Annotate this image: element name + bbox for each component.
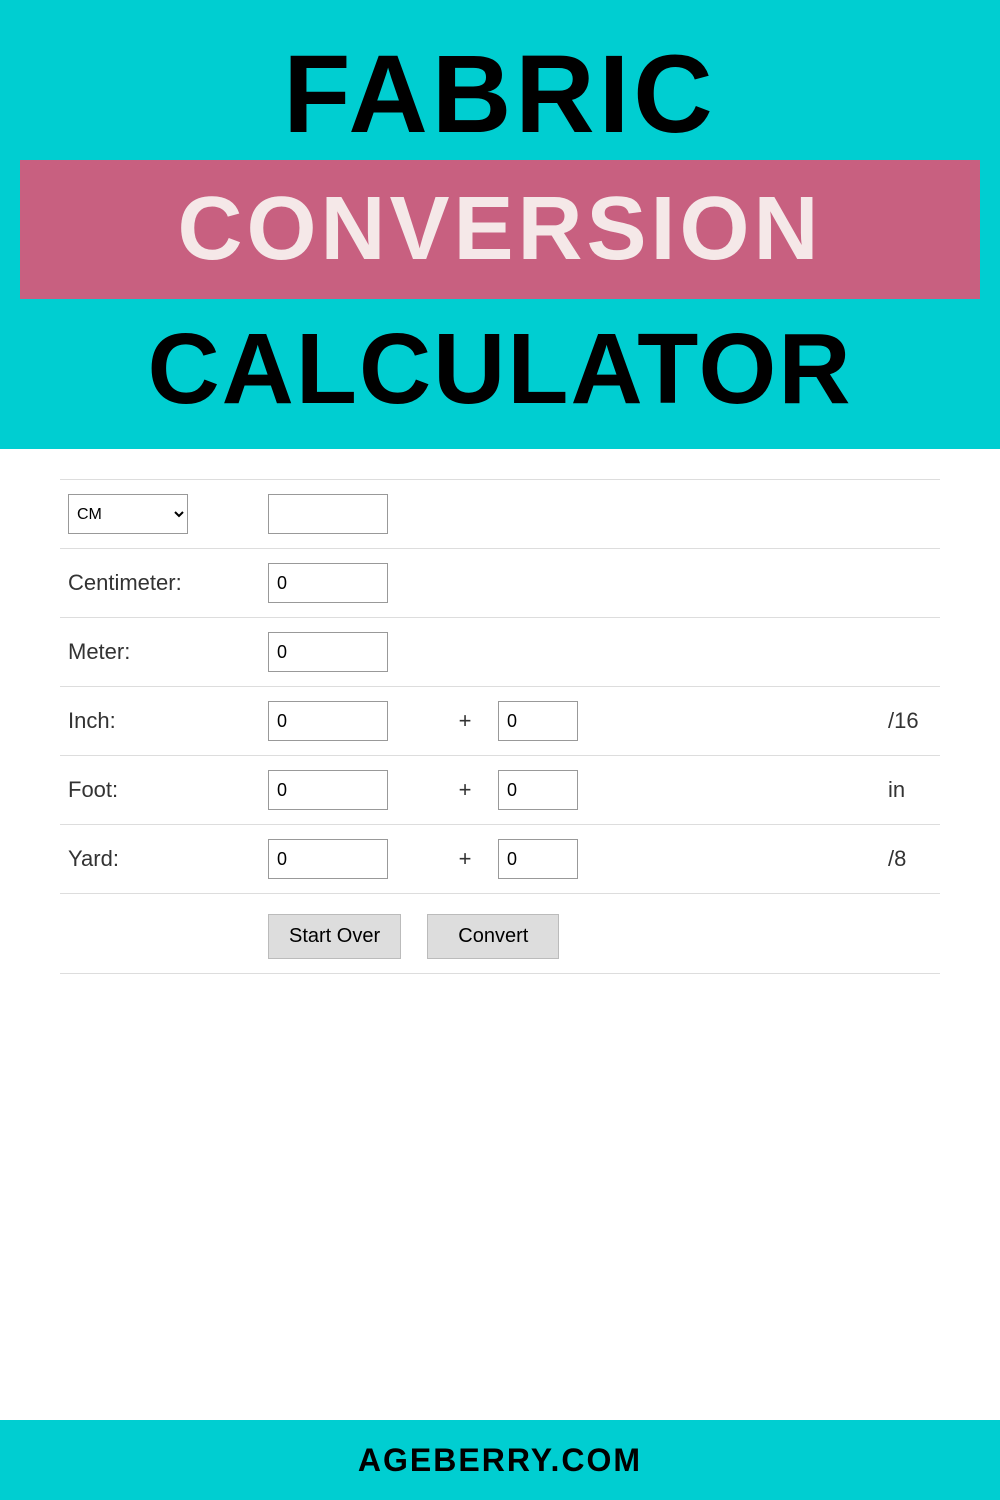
foot-input[interactable] bbox=[268, 770, 388, 810]
footer-site: AGEBERRY.COM bbox=[358, 1442, 642, 1479]
inch-label: Inch: bbox=[60, 687, 260, 756]
foot-input-cell[interactable] bbox=[260, 756, 440, 825]
main-input-cell[interactable] bbox=[260, 480, 440, 549]
inch-input-cell[interactable] bbox=[260, 687, 440, 756]
meter-row: Meter: bbox=[60, 618, 940, 687]
yard-plus: + bbox=[440, 825, 490, 894]
convert-button[interactable]: Convert bbox=[427, 914, 559, 959]
buttons-cell: Start Over Convert bbox=[260, 894, 940, 974]
inch-plus: + bbox=[440, 687, 490, 756]
start-over-button[interactable]: Start Over bbox=[268, 914, 401, 959]
foot-fraction-cell[interactable] bbox=[490, 756, 880, 825]
centimeter-input-cell[interactable] bbox=[260, 549, 440, 618]
header: FABRIC CONVERSION CALCULATOR bbox=[0, 0, 1000, 449]
yard-input-cell[interactable] bbox=[260, 825, 440, 894]
spacer bbox=[0, 984, 1000, 1420]
foot-plus: + bbox=[440, 756, 490, 825]
title-calculator: CALCULATOR bbox=[147, 299, 852, 449]
main-input[interactable] bbox=[268, 494, 388, 534]
foot-unit: in bbox=[880, 756, 940, 825]
yard-fraction-cell[interactable] bbox=[490, 825, 880, 894]
yard-label: Yard: bbox=[60, 825, 260, 894]
meter-input[interactable] bbox=[268, 632, 388, 672]
calculator-section: CM INCH FOOT YARD METER Centimeter: bbox=[0, 449, 1000, 984]
foot-label: Foot: bbox=[60, 756, 260, 825]
foot-fraction-input[interactable] bbox=[498, 770, 578, 810]
unit-select-row: CM INCH FOOT YARD METER bbox=[60, 480, 940, 549]
inch-row: Inch: + /16 bbox=[60, 687, 940, 756]
yard-unit: /8 bbox=[880, 825, 940, 894]
unit-select[interactable]: CM INCH FOOT YARD METER bbox=[68, 494, 188, 534]
buttons-row: Start Over Convert bbox=[60, 894, 940, 974]
meter-label: Meter: bbox=[60, 618, 260, 687]
calc-table: CM INCH FOOT YARD METER Centimeter: bbox=[60, 479, 940, 974]
foot-row: Foot: + in bbox=[60, 756, 940, 825]
meter-input-cell[interactable] bbox=[260, 618, 440, 687]
inch-unit: /16 bbox=[880, 687, 940, 756]
centimeter-input[interactable] bbox=[268, 563, 388, 603]
unit-select-cell[interactable]: CM INCH FOOT YARD METER bbox=[60, 480, 260, 549]
title-fabric: FABRIC bbox=[283, 40, 716, 150]
inch-input[interactable] bbox=[268, 701, 388, 741]
yard-row: Yard: + /8 bbox=[60, 825, 940, 894]
centimeter-row: Centimeter: bbox=[60, 549, 940, 618]
yard-fraction-input[interactable] bbox=[498, 839, 578, 879]
title-conversion: CONVERSION bbox=[177, 179, 822, 279]
inch-fraction-cell[interactable] bbox=[490, 687, 880, 756]
footer: AGEBERRY.COM bbox=[0, 1420, 1000, 1500]
centimeter-label: Centimeter: bbox=[60, 549, 260, 618]
yard-input[interactable] bbox=[268, 839, 388, 879]
title-banner: CONVERSION bbox=[20, 160, 980, 299]
inch-fraction-input[interactable] bbox=[498, 701, 578, 741]
